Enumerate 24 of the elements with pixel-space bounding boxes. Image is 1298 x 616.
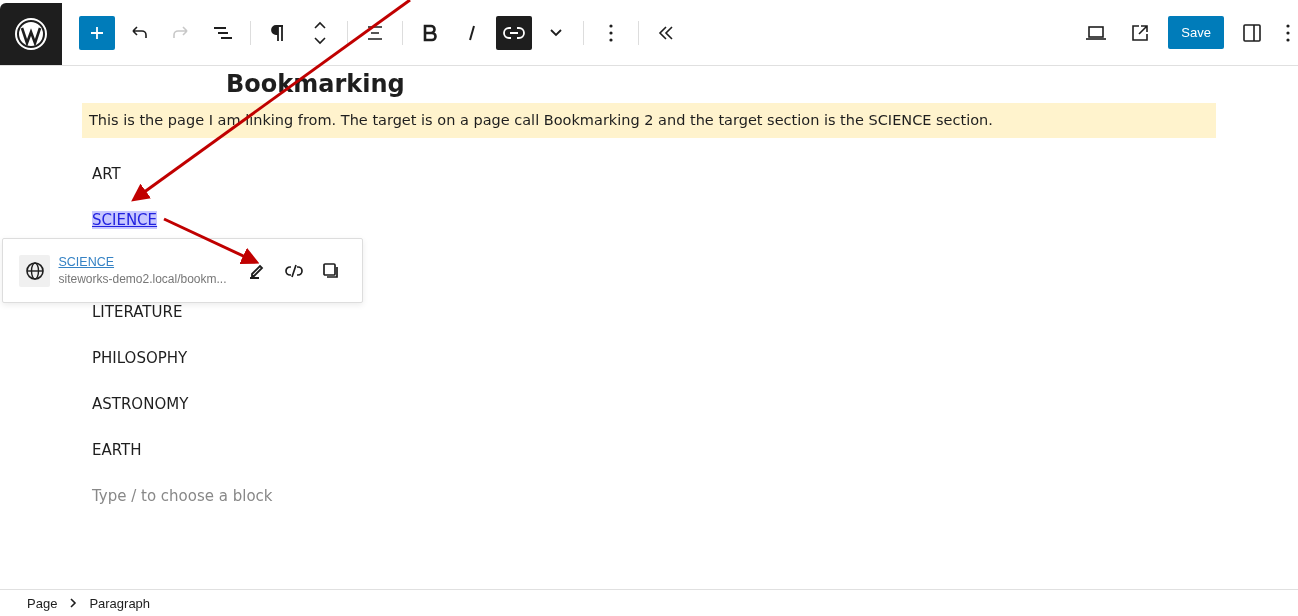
globe-icon [19,254,51,287]
link-button[interactable] [496,15,532,50]
link-url: siteworks-demo2.local/bookm... [58,272,228,286]
breadcrumb-item[interactable]: Paragraph [89,595,151,611]
paragraph-text: ART [91,164,122,185]
paragraph-text: PHILOSOPHY [91,348,189,369]
block-placeholder[interactable]: Type / to choose a block [82,484,1216,530]
science-link[interactable]: SCIENCE [92,211,158,229]
chevron-right-icon [69,598,78,608]
intro-paragraph: This is the page I am linking from. The target is on a page call Bookmarking 2 and the target section is the SCIENCE section. [82,103,1216,138]
link-title[interactable]: SCIENCE [58,255,234,269]
breadcrumb-item[interactable]: Page [27,595,58,611]
copy-icon [322,261,341,280]
external-link-icon [1130,22,1151,43]
save-button[interactable]: Save [1168,16,1224,49]
more-options-icon [1285,22,1291,43]
add-block-button[interactable] [79,15,115,50]
wordpress-logo[interactable] [0,3,62,65]
sidebar-icon [1242,22,1262,43]
laptop-icon [1085,24,1108,41]
paragraph-text: LITERATURE [91,302,184,323]
wordpress-icon [14,17,48,51]
paragraph-text: ASTRONOMY [91,394,190,415]
paragraph-text: EARTH [91,440,143,461]
